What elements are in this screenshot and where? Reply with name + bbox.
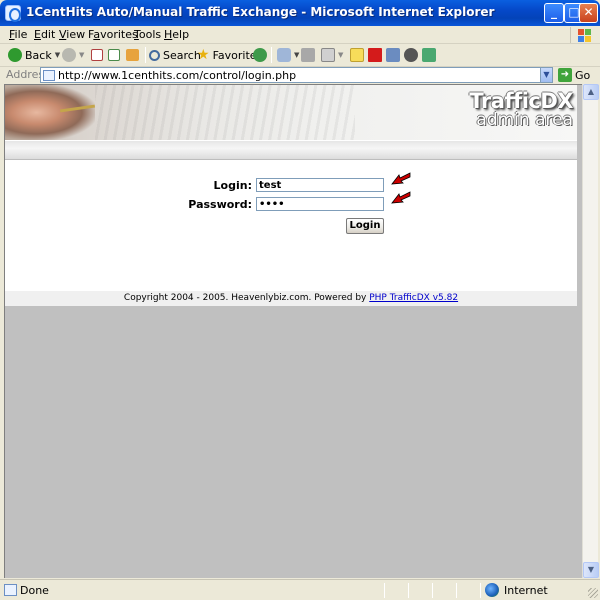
history-button[interactable] xyxy=(253,47,267,63)
menu-bar: File Edit View Favorites Tools Help xyxy=(0,26,600,44)
title-bar: 1CentHits Auto/Manual Traffic Exchange -… xyxy=(0,0,600,26)
extension-icon xyxy=(368,48,382,62)
status-text: Done xyxy=(20,584,49,597)
toolbar-extension-red[interactable] xyxy=(368,47,382,63)
edit-icon xyxy=(321,48,335,62)
search-button[interactable]: Search xyxy=(149,47,201,63)
password-input[interactable] xyxy=(256,197,384,211)
edit-button[interactable]: ▼ xyxy=(321,47,343,63)
status-separator xyxy=(408,583,409,598)
go-button[interactable]: ➜ Go xyxy=(558,67,590,83)
window-title: 1CentHits Auto/Manual Traffic Exchange -… xyxy=(26,5,495,19)
refresh-button[interactable] xyxy=(108,47,120,63)
search-icon xyxy=(149,49,160,61)
toolbar-extension-green[interactable] xyxy=(422,47,436,63)
chevron-down-icon: ▼ xyxy=(338,51,344,59)
address-bar: Address http://www.1centhits.com/control… xyxy=(0,66,600,84)
messenger-button[interactable] xyxy=(386,47,400,63)
page-icon xyxy=(43,70,55,81)
paper-texture xyxy=(95,85,355,140)
status-separator xyxy=(480,583,481,598)
chevron-down-icon: ▼ xyxy=(294,51,300,59)
address-url: http://www.1centhits.com/control/login.p… xyxy=(58,69,297,82)
chevron-down-icon[interactable]: ▼ xyxy=(540,68,552,82)
menu-file[interactable]: File xyxy=(9,28,27,41)
page-footer: Copyright 2004 - 2005. Heavenlybiz.com. … xyxy=(5,291,577,306)
home-icon xyxy=(126,49,139,61)
header-stripe xyxy=(5,140,577,160)
go-label: Go xyxy=(575,68,591,82)
resize-grip[interactable] xyxy=(588,588,598,598)
print-icon xyxy=(301,48,315,62)
status-separator xyxy=(432,583,433,598)
menu-favorites[interactable]: Favorites xyxy=(88,28,138,41)
stop-button[interactable] xyxy=(91,47,103,63)
menu-tools[interactable]: Tools xyxy=(134,28,161,41)
mail-icon xyxy=(277,48,291,62)
brand-logo: TrafficDX admin area xyxy=(469,90,573,129)
mail-button[interactable]: ▼ xyxy=(277,47,299,63)
login-label: Login: xyxy=(213,179,252,192)
chevron-down-icon: ▼ xyxy=(54,51,61,59)
header-banner: TrafficDX admin area xyxy=(5,85,577,140)
at-icon xyxy=(404,48,418,62)
note-icon xyxy=(350,48,364,62)
scroll-up-arrow-icon[interactable]: ▲ xyxy=(583,84,599,100)
status-bar: Done Internet xyxy=(0,579,600,600)
go-arrow-icon: ➜ xyxy=(558,68,572,82)
hand-image xyxy=(5,85,95,140)
chevron-down-icon: ▼ xyxy=(79,51,85,59)
brand-name: TrafficDX xyxy=(469,89,573,113)
internet-globe-icon xyxy=(485,583,499,597)
refresh-icon xyxy=(108,49,120,61)
discuss-button[interactable] xyxy=(350,47,364,63)
page-done-icon xyxy=(4,584,17,596)
login-panel: Login: Password: Login xyxy=(5,160,577,291)
menu-help[interactable]: Help xyxy=(164,28,189,41)
status-separator xyxy=(456,583,457,598)
close-button[interactable]: ✕ xyxy=(579,3,598,23)
status-separator xyxy=(384,583,385,598)
security-zone: Internet xyxy=(504,584,548,597)
windows-flag-icon xyxy=(570,27,594,43)
star-icon: ★ xyxy=(197,47,210,63)
ie-icon xyxy=(5,5,21,22)
search-label: Search xyxy=(163,48,201,62)
menu-edit[interactable]: Edit xyxy=(34,28,55,41)
forward-arrow-icon xyxy=(62,48,76,62)
print-button[interactable] xyxy=(301,47,315,63)
login-input[interactable] xyxy=(256,178,384,192)
page-viewport: TrafficDX admin area Login: Password: Lo… xyxy=(4,84,582,578)
brand-subtitle: admin area xyxy=(476,110,573,130)
password-label: Password: xyxy=(188,198,252,211)
history-icon xyxy=(253,48,267,62)
messenger-icon xyxy=(386,48,400,62)
powered-by-link[interactable]: PHP TrafficDX v5.82 xyxy=(369,293,458,303)
back-label: Back xyxy=(25,48,52,62)
address-input[interactable]: http://www.1centhits.com/control/login.p… xyxy=(40,67,553,83)
back-arrow-icon xyxy=(8,48,22,62)
login-button[interactable]: Login xyxy=(346,218,384,234)
menu-view[interactable]: View xyxy=(59,28,85,41)
stop-icon xyxy=(91,49,103,61)
vertical-scrollbar[interactable]: ▲ ▼ xyxy=(582,84,599,578)
red-arrow-icon xyxy=(391,172,411,185)
home-button[interactable] xyxy=(126,47,139,63)
toolbar-separator xyxy=(271,47,272,63)
back-button[interactable]: Back ▼ xyxy=(8,47,60,63)
toolbar-separator xyxy=(145,47,146,63)
tool-icon xyxy=(422,48,436,62)
toolbar-extension-at[interactable] xyxy=(404,47,418,63)
red-arrow-icon xyxy=(391,191,411,204)
scroll-down-arrow-icon[interactable]: ▼ xyxy=(583,562,599,578)
standard-toolbar: Back ▼ ▼ Search ★ Favorites ▼ ▼ xyxy=(0,44,600,66)
minimize-button[interactable]: _ xyxy=(544,3,564,23)
forward-button[interactable]: ▼ xyxy=(62,47,84,63)
copyright-text: Copyright 2004 - 2005. Heavenlybiz.com. … xyxy=(123,293,370,303)
